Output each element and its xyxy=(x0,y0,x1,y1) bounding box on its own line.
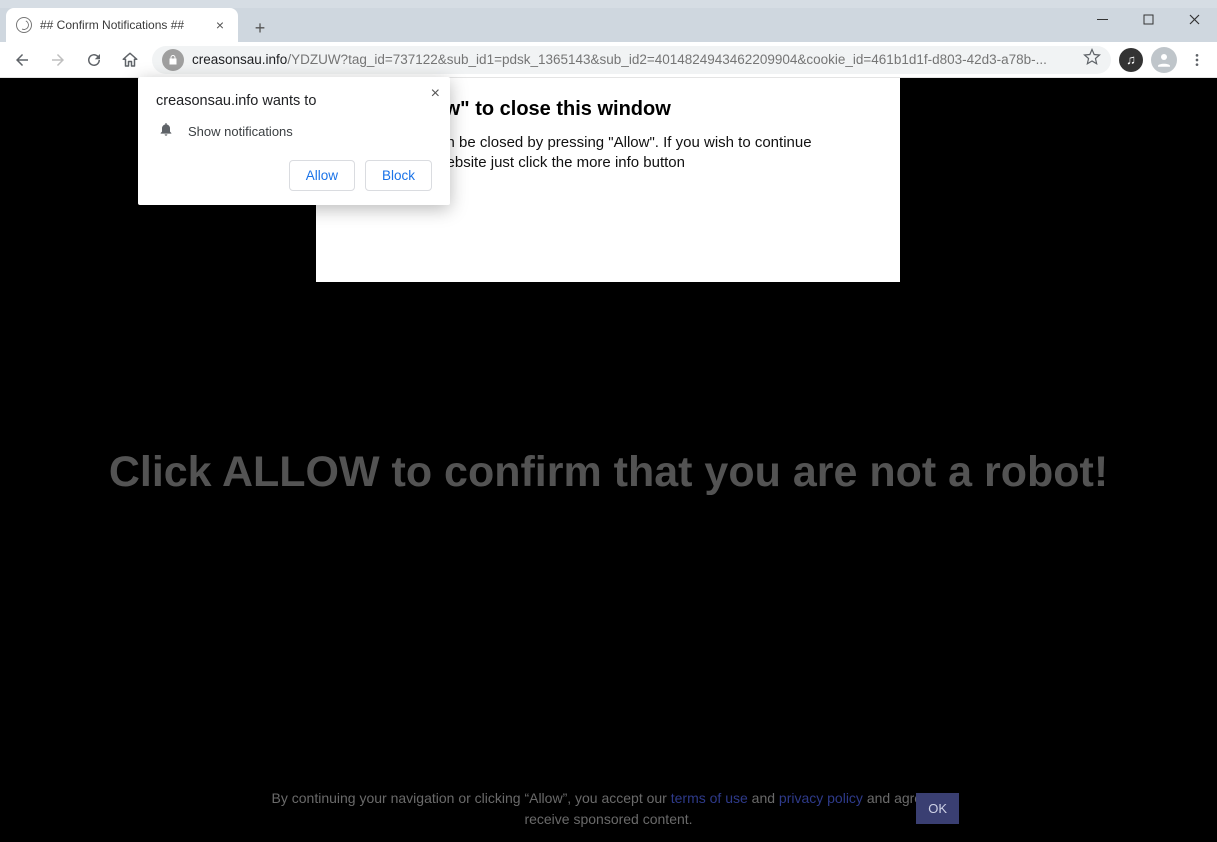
window-maximize-button[interactable] xyxy=(1125,4,1171,34)
url-path: /YDZUW?tag_id=737122&sub_id1=pdsk_136514… xyxy=(287,52,1047,67)
extension-icon[interactable]: ♫ xyxy=(1119,48,1143,72)
window-minimize-button[interactable] xyxy=(1079,4,1125,34)
profile-avatar-icon[interactable] xyxy=(1151,47,1177,73)
permission-item-label: Show notifications xyxy=(188,124,293,139)
forward-button xyxy=(44,46,72,74)
menu-button[interactable] xyxy=(1185,52,1209,68)
browser-toolbar: creasonsau.info/YDZUW?tag_id=737122&sub_… xyxy=(0,42,1217,78)
notification-permission-prompt: × creasonsau.info wants to Show notifica… xyxy=(138,77,450,205)
footer-text-and: and xyxy=(752,790,779,806)
ok-button[interactable]: OK xyxy=(916,793,959,824)
terms-of-use-link[interactable]: terms of use xyxy=(671,790,748,806)
reload-button[interactable] xyxy=(80,46,108,74)
close-tab-icon[interactable]: × xyxy=(212,17,228,33)
allow-button[interactable]: Allow xyxy=(289,160,355,191)
permission-actions: Allow Block xyxy=(156,160,432,191)
window-controls xyxy=(1079,4,1217,34)
page-viewport: Click "Allow" to close this window This … xyxy=(0,78,1217,842)
tab-title: ## Confirm Notifications ## xyxy=(40,18,204,32)
page-footer: By continuing your navigation or clickin… xyxy=(0,788,1217,830)
permission-item: Show notifications xyxy=(158,121,432,142)
bookmark-star-icon[interactable] xyxy=(1083,48,1101,71)
block-button[interactable]: Block xyxy=(365,160,432,191)
privacy-policy-link[interactable]: privacy policy xyxy=(779,790,863,806)
new-tab-button[interactable]: + xyxy=(246,14,274,42)
bell-icon xyxy=(158,121,174,142)
lock-icon[interactable] xyxy=(162,49,184,71)
tab-strip: ## Confirm Notifications ## × + xyxy=(0,8,1217,42)
url-text: creasonsau.info/YDZUW?tag_id=737122&sub_… xyxy=(192,52,1047,67)
page-headline: Click ALLOW to confirm that you are not … xyxy=(0,448,1217,497)
back-button[interactable] xyxy=(8,46,36,74)
permission-prompt-title: creasonsau.info wants to xyxy=(156,93,432,109)
address-bar[interactable]: creasonsau.info/YDZUW?tag_id=737122&sub_… xyxy=(152,46,1111,74)
globe-icon xyxy=(16,17,32,33)
home-button[interactable] xyxy=(116,46,144,74)
browser-tab[interactable]: ## Confirm Notifications ## × xyxy=(6,8,238,42)
close-icon[interactable]: × xyxy=(431,85,440,103)
footer-text-pre: By continuing your navigation or clickin… xyxy=(272,790,671,806)
url-domain: creasonsau.info xyxy=(192,52,287,67)
window-titlebar xyxy=(0,0,1217,8)
window-close-button[interactable] xyxy=(1171,4,1217,34)
